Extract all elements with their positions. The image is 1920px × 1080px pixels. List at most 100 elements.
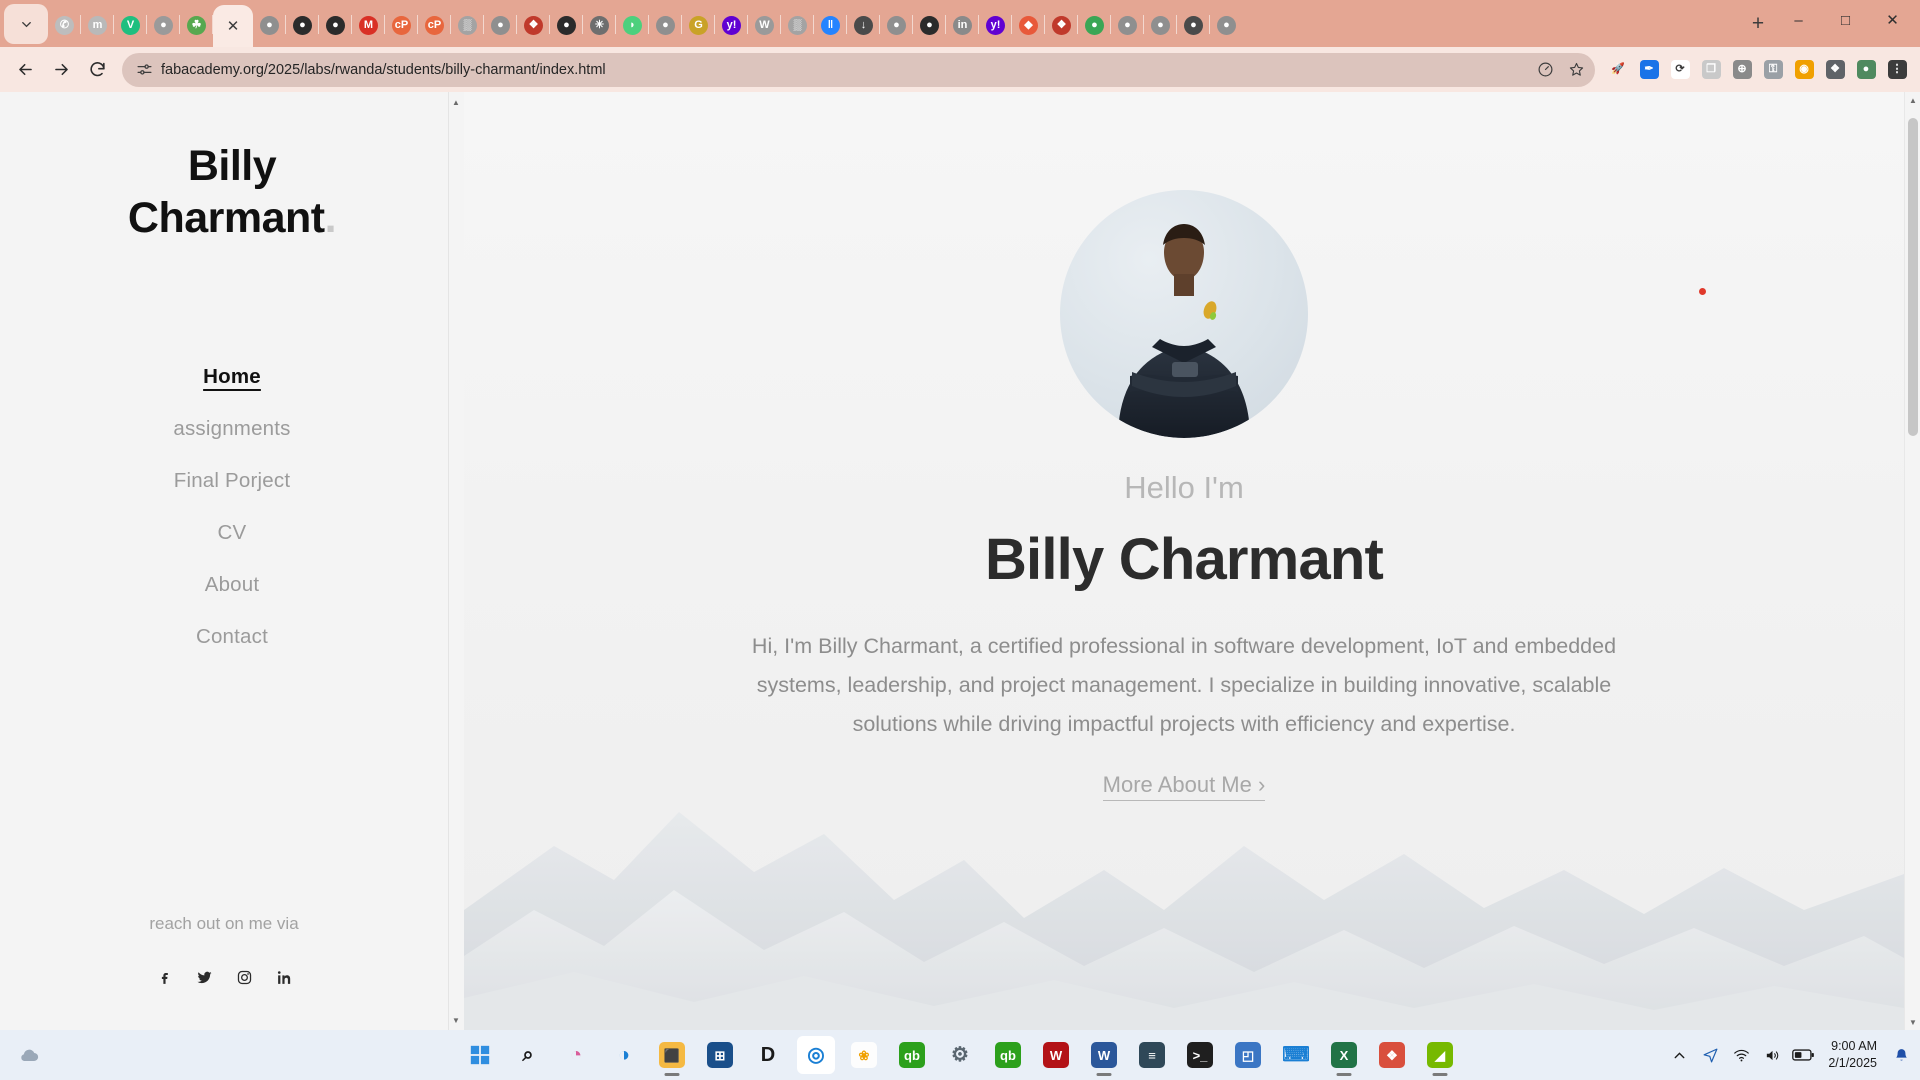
sidebar-scrollbar-track[interactable] xyxy=(448,92,464,1030)
puzzle-extensions-button[interactable]: ❖ xyxy=(1820,55,1850,85)
tab-diamond-site[interactable]: ◆ xyxy=(1012,5,1045,45)
battery-button[interactable] xyxy=(1792,1038,1815,1072)
twitter-link[interactable] xyxy=(191,964,217,990)
show-hidden-icons-button[interactable] xyxy=(1668,1038,1690,1072)
gallery-taskbar[interactable]: ❖ xyxy=(1373,1036,1411,1074)
terminal-taskbar[interactable]: >_ xyxy=(1181,1036,1219,1074)
tab-whatsapp[interactable]: ✆ xyxy=(48,5,81,45)
tab-yahoo-2[interactable]: y! xyxy=(979,5,1012,45)
tab-github-3[interactable]: ● xyxy=(550,5,583,45)
tab-evernote[interactable]: ◗ xyxy=(616,5,649,45)
extensions-area[interactable]: 🚀 ✒ ⟳ ❐ ⊕ ⚿ ◉ ❖ ● ⋮ xyxy=(1603,55,1912,85)
dell-taskbar[interactable]: D xyxy=(749,1036,787,1074)
notifications-button[interactable] xyxy=(1890,1038,1912,1072)
tab-globe-page-6[interactable]: ● xyxy=(1111,5,1144,45)
tab-gmail[interactable]: M xyxy=(352,5,385,45)
tab-wiki[interactable]: W xyxy=(748,5,781,45)
sidebar-scroll-down[interactable]: ▼ xyxy=(448,1012,464,1028)
tab-tree-site[interactable]: ☘ xyxy=(180,5,213,45)
nav-item-home[interactable]: Home xyxy=(199,351,265,403)
tab-google-site[interactable]: G xyxy=(682,5,715,45)
nav-item-cv[interactable]: CV xyxy=(214,507,251,559)
nvidia-taskbar[interactable]: ◢ xyxy=(1421,1036,1459,1074)
microsoft-store-taskbar[interactable]: ⊞ xyxy=(701,1036,739,1074)
tab-search-dropdown-button[interactable] xyxy=(4,4,48,44)
sync-extension[interactable]: ⟳ xyxy=(1665,55,1695,85)
tab-globe-page-9[interactable]: ● xyxy=(1210,5,1243,45)
minimize-button[interactable]: – xyxy=(1775,0,1822,40)
search-taskbar[interactable]: ⌕ xyxy=(509,1036,547,1074)
password-extension[interactable]: ⚿ xyxy=(1758,55,1788,85)
facebook-link[interactable] xyxy=(151,964,177,990)
tab-globe-page[interactable]: ● xyxy=(147,5,180,45)
wifi-button[interactable] xyxy=(1730,1038,1752,1072)
tab-list[interactable]: ✆ m V ● ☘ ✕ ● ● ● McP cP ▒ ● ❖ ● ✳ ◗ ● Gy! W ▒ ‖ ↓ ● ● in y! ◆ ❖ ● ● ● ●… xyxy=(48,0,1741,47)
tab-codepen[interactable]: cP xyxy=(385,5,418,45)
volume-button[interactable] xyxy=(1761,1038,1783,1072)
more-about-me-link[interactable]: More About Me › xyxy=(1102,772,1266,802)
tab-current-tab[interactable]: ✕ xyxy=(213,5,253,47)
profile-avatar[interactable]: ● xyxy=(1851,55,1881,85)
tab-info-site[interactable]: in xyxy=(946,5,979,45)
nav-item-final-porject[interactable]: Final Porject xyxy=(170,455,295,507)
address-bar[interactable]: fabacademy.org/2025/labs/rwanda/students… xyxy=(122,52,1595,87)
weather-widget[interactable] xyxy=(10,1036,48,1074)
tab-colorful-site[interactable]: ❖ xyxy=(517,5,550,45)
tab-moodle[interactable]: m xyxy=(81,5,114,45)
page-scroll-down[interactable]: ▼ xyxy=(1905,1014,1920,1030)
tab-globe-page-5[interactable]: ● xyxy=(880,5,913,45)
tab-green-globe[interactable]: ● xyxy=(1078,5,1111,45)
start-button[interactable] xyxy=(461,1036,499,1074)
tab-docs-site[interactable]: ▒ xyxy=(451,5,484,45)
tab-codepen-2[interactable]: cP xyxy=(418,5,451,45)
settings-taskbar[interactable]: ⚙ xyxy=(941,1036,979,1074)
file-explorer-taskbar[interactable]: ⬛ xyxy=(653,1036,691,1074)
excel-taskbar[interactable]: X xyxy=(1325,1036,1363,1074)
linkedin-link[interactable] xyxy=(271,964,297,990)
instagram-link[interactable] xyxy=(231,964,257,990)
tab-globe-page-8[interactable]: ● xyxy=(1177,5,1210,45)
system-tray[interactable]: 9:00 AM 2/1/2025 xyxy=(1668,1038,1912,1072)
site-settings-icon[interactable] xyxy=(136,61,153,78)
clock-widget[interactable]: 9:00 AM 2/1/2025 xyxy=(1824,1038,1881,1072)
calculator-taskbar[interactable]: ≡ xyxy=(1133,1036,1171,1074)
tab-globe-page-7[interactable]: ● xyxy=(1144,5,1177,45)
forward-button[interactable] xyxy=(44,53,78,87)
back-button[interactable] xyxy=(8,53,42,87)
social-links[interactable] xyxy=(0,964,448,990)
tab-downloads-tab[interactable]: ↓ xyxy=(847,5,880,45)
vscode-taskbar[interactable]: ⌨ xyxy=(1277,1036,1315,1074)
quickbooks-2-taskbar[interactable]: qb xyxy=(989,1036,1027,1074)
main-navigation[interactable]: Home assignments Final Porject CV About Conta… xyxy=(169,351,294,663)
page-scroll-up[interactable]: ▲ xyxy=(1905,92,1920,108)
translate-globe-extension[interactable]: ⊕ xyxy=(1727,55,1757,85)
color-picker-extension[interactable]: ◉ xyxy=(1789,55,1819,85)
close-window-button[interactable]: ✕ xyxy=(1869,0,1916,40)
tab-bitbucket[interactable]: ‖ xyxy=(814,5,847,45)
nav-item-assignments[interactable]: assignments xyxy=(169,403,294,455)
location-indicator[interactable] xyxy=(1699,1038,1721,1072)
sidebar-scroll-up[interactable]: ▲ xyxy=(448,94,464,110)
screenshot-extension[interactable]: ❐ xyxy=(1696,55,1726,85)
tab-globe-page-3[interactable]: ● xyxy=(484,5,517,45)
tab-vimeo[interactable]: V xyxy=(114,5,147,45)
tab-globe-page-4[interactable]: ● xyxy=(649,5,682,45)
tab-scholar[interactable]: ▒ xyxy=(781,5,814,45)
tab-globe-page-2[interactable]: ● xyxy=(253,5,286,45)
chrome-taskbar[interactable]: ◎ xyxy=(797,1036,835,1074)
tab-github-2[interactable]: ● xyxy=(319,5,352,45)
page-scrollbar[interactable]: ▲ ▼ xyxy=(1904,92,1920,1030)
nav-item-about[interactable]: About xyxy=(201,559,264,611)
news-taskbar[interactable]: W xyxy=(1037,1036,1075,1074)
tab-openai[interactable]: ✳ xyxy=(583,5,616,45)
nav-item-contact[interactable]: Contact xyxy=(192,611,272,663)
taskbar-apps[interactable]: ⌕ ◔ ◑ ⬛ ⊞ D ◎ ❀ qb ⚙ qb W W ≡ >_ ◰ ⌨ X ❖ ◢ xyxy=(461,1036,1459,1074)
photos-taskbar[interactable]: ❀ xyxy=(845,1036,883,1074)
paint-taskbar[interactable]: ◰ xyxy=(1229,1036,1267,1074)
edge-taskbar[interactable]: ◑ xyxy=(605,1036,643,1074)
bookmark-button[interactable] xyxy=(1568,61,1585,78)
page-scrollbar-thumb[interactable] xyxy=(1908,118,1918,436)
word-taskbar[interactable]: W xyxy=(1085,1036,1123,1074)
taskbar-weather[interactable] xyxy=(10,1036,48,1074)
tab-colorful-site-2[interactable]: ❖ xyxy=(1045,5,1078,45)
